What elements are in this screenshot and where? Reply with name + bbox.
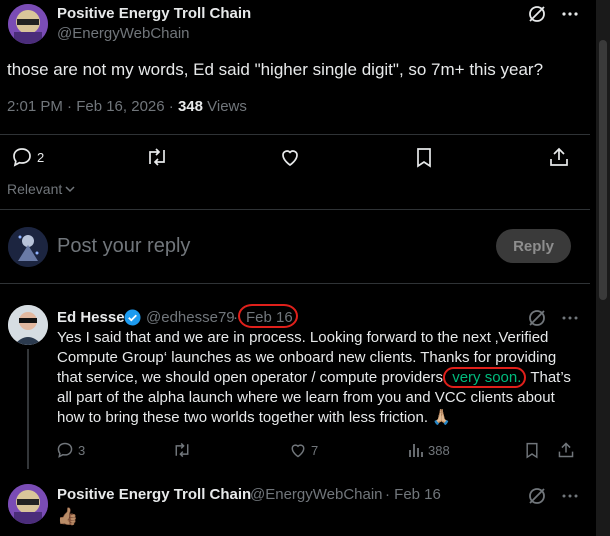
retweet-icon[interactable] bbox=[172, 441, 192, 459]
like-count: 7 bbox=[311, 443, 319, 458]
sort-label: Relevant bbox=[7, 181, 63, 197]
divider bbox=[0, 134, 590, 135]
grok-icon[interactable] bbox=[527, 308, 547, 328]
tweet-time[interactable]: 2:01 PM · Feb 16, 2026 · bbox=[7, 98, 178, 115]
divider bbox=[0, 283, 590, 284]
views-count: 388 bbox=[428, 443, 450, 458]
avatar[interactable] bbox=[8, 305, 48, 345]
retweet-icon[interactable] bbox=[145, 146, 169, 168]
like-icon[interactable] bbox=[279, 146, 301, 168]
highlighted-text: very soon. bbox=[443, 367, 527, 388]
views-label: Views bbox=[202, 98, 247, 115]
grok-icon[interactable] bbox=[527, 486, 547, 506]
scrollbar-thumb[interactable] bbox=[599, 40, 607, 300]
like-icon[interactable] bbox=[289, 441, 307, 459]
reply-icon[interactable] bbox=[56, 441, 74, 459]
divider bbox=[0, 209, 590, 210]
reply-count: 3 bbox=[78, 443, 86, 458]
date-annotation-circle bbox=[238, 304, 298, 328]
reply-button[interactable]: Reply bbox=[496, 229, 571, 263]
tweet-meta: 2:01 PM · Feb 16, 2026 · 348 Views bbox=[7, 98, 247, 115]
views-count: 348 bbox=[177, 98, 203, 115]
user-avatar[interactable] bbox=[8, 227, 48, 267]
bookmark-icon[interactable] bbox=[524, 441, 540, 459]
reply-text: Yes I said that and we are in process. L… bbox=[57, 328, 577, 428]
share-icon[interactable] bbox=[548, 146, 570, 168]
reply-button-label: Reply bbox=[513, 237, 554, 255]
avatar[interactable] bbox=[8, 484, 48, 524]
display-name[interactable]: Positive Energy Troll Chain bbox=[57, 486, 251, 503]
reply-icon[interactable] bbox=[11, 146, 33, 168]
sort-dropdown[interactable]: Relevant bbox=[7, 181, 76, 197]
share-icon[interactable] bbox=[557, 441, 575, 459]
tweet-text: those are not my words, Ed said "higher … bbox=[7, 60, 544, 79]
handle[interactable]: @EnergyWebChain bbox=[250, 486, 383, 503]
more-icon[interactable] bbox=[560, 486, 580, 506]
handle[interactable]: @EnergyWebChain bbox=[57, 25, 190, 42]
thread-line bbox=[27, 349, 29, 469]
avatar[interactable] bbox=[8, 4, 48, 44]
verified-icon bbox=[124, 309, 141, 326]
more-icon[interactable] bbox=[560, 308, 580, 328]
chevron-down-icon bbox=[64, 183, 76, 195]
reply-count: 2 bbox=[37, 150, 45, 165]
reply-input[interactable]: Post your reply bbox=[57, 235, 190, 258]
views-icon[interactable] bbox=[407, 441, 425, 459]
bookmark-icon[interactable] bbox=[414, 146, 434, 168]
reply-text: 👍🏽 bbox=[57, 507, 79, 526]
more-icon[interactable] bbox=[560, 4, 580, 24]
reply-date[interactable]: · Feb 16 bbox=[385, 486, 441, 503]
grok-icon[interactable] bbox=[527, 4, 547, 24]
display-name[interactable]: Positive Energy Troll Chain bbox=[57, 5, 251, 22]
display-name[interactable]: Ed Hesse bbox=[57, 309, 125, 326]
handle[interactable]: @edhesse79 bbox=[146, 309, 235, 326]
